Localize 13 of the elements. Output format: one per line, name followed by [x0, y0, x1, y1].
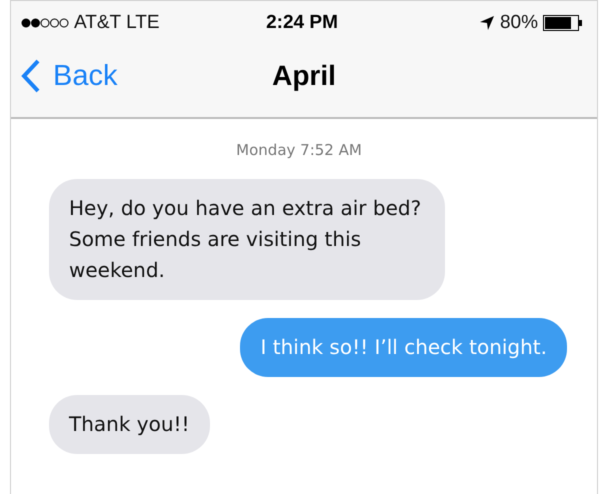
incoming-message-bubble: Thank you!!: [49, 395, 210, 454]
carrier-label: AT&T LTE: [74, 12, 160, 34]
status-time: 2:24 PM: [266, 12, 338, 34]
outgoing-message-bubble: I think so!! I’ll check tonight.: [240, 318, 567, 377]
signal-icon: [21, 17, 69, 29]
battery-icon: [543, 15, 583, 31]
battery-percent: 80%: [500, 12, 538, 34]
back-button[interactable]: Back: [11, 59, 118, 93]
message-timestamp: Monday 7:52 AM: [235, 141, 363, 159]
chevron-left-icon: [21, 59, 41, 93]
conversation-title: April: [272, 60, 336, 92]
location-arrow-icon: [478, 15, 495, 31]
incoming-message-bubble: Hey, do you have an extra air bed? Some friends are visiting this weekend.: [49, 179, 445, 300]
